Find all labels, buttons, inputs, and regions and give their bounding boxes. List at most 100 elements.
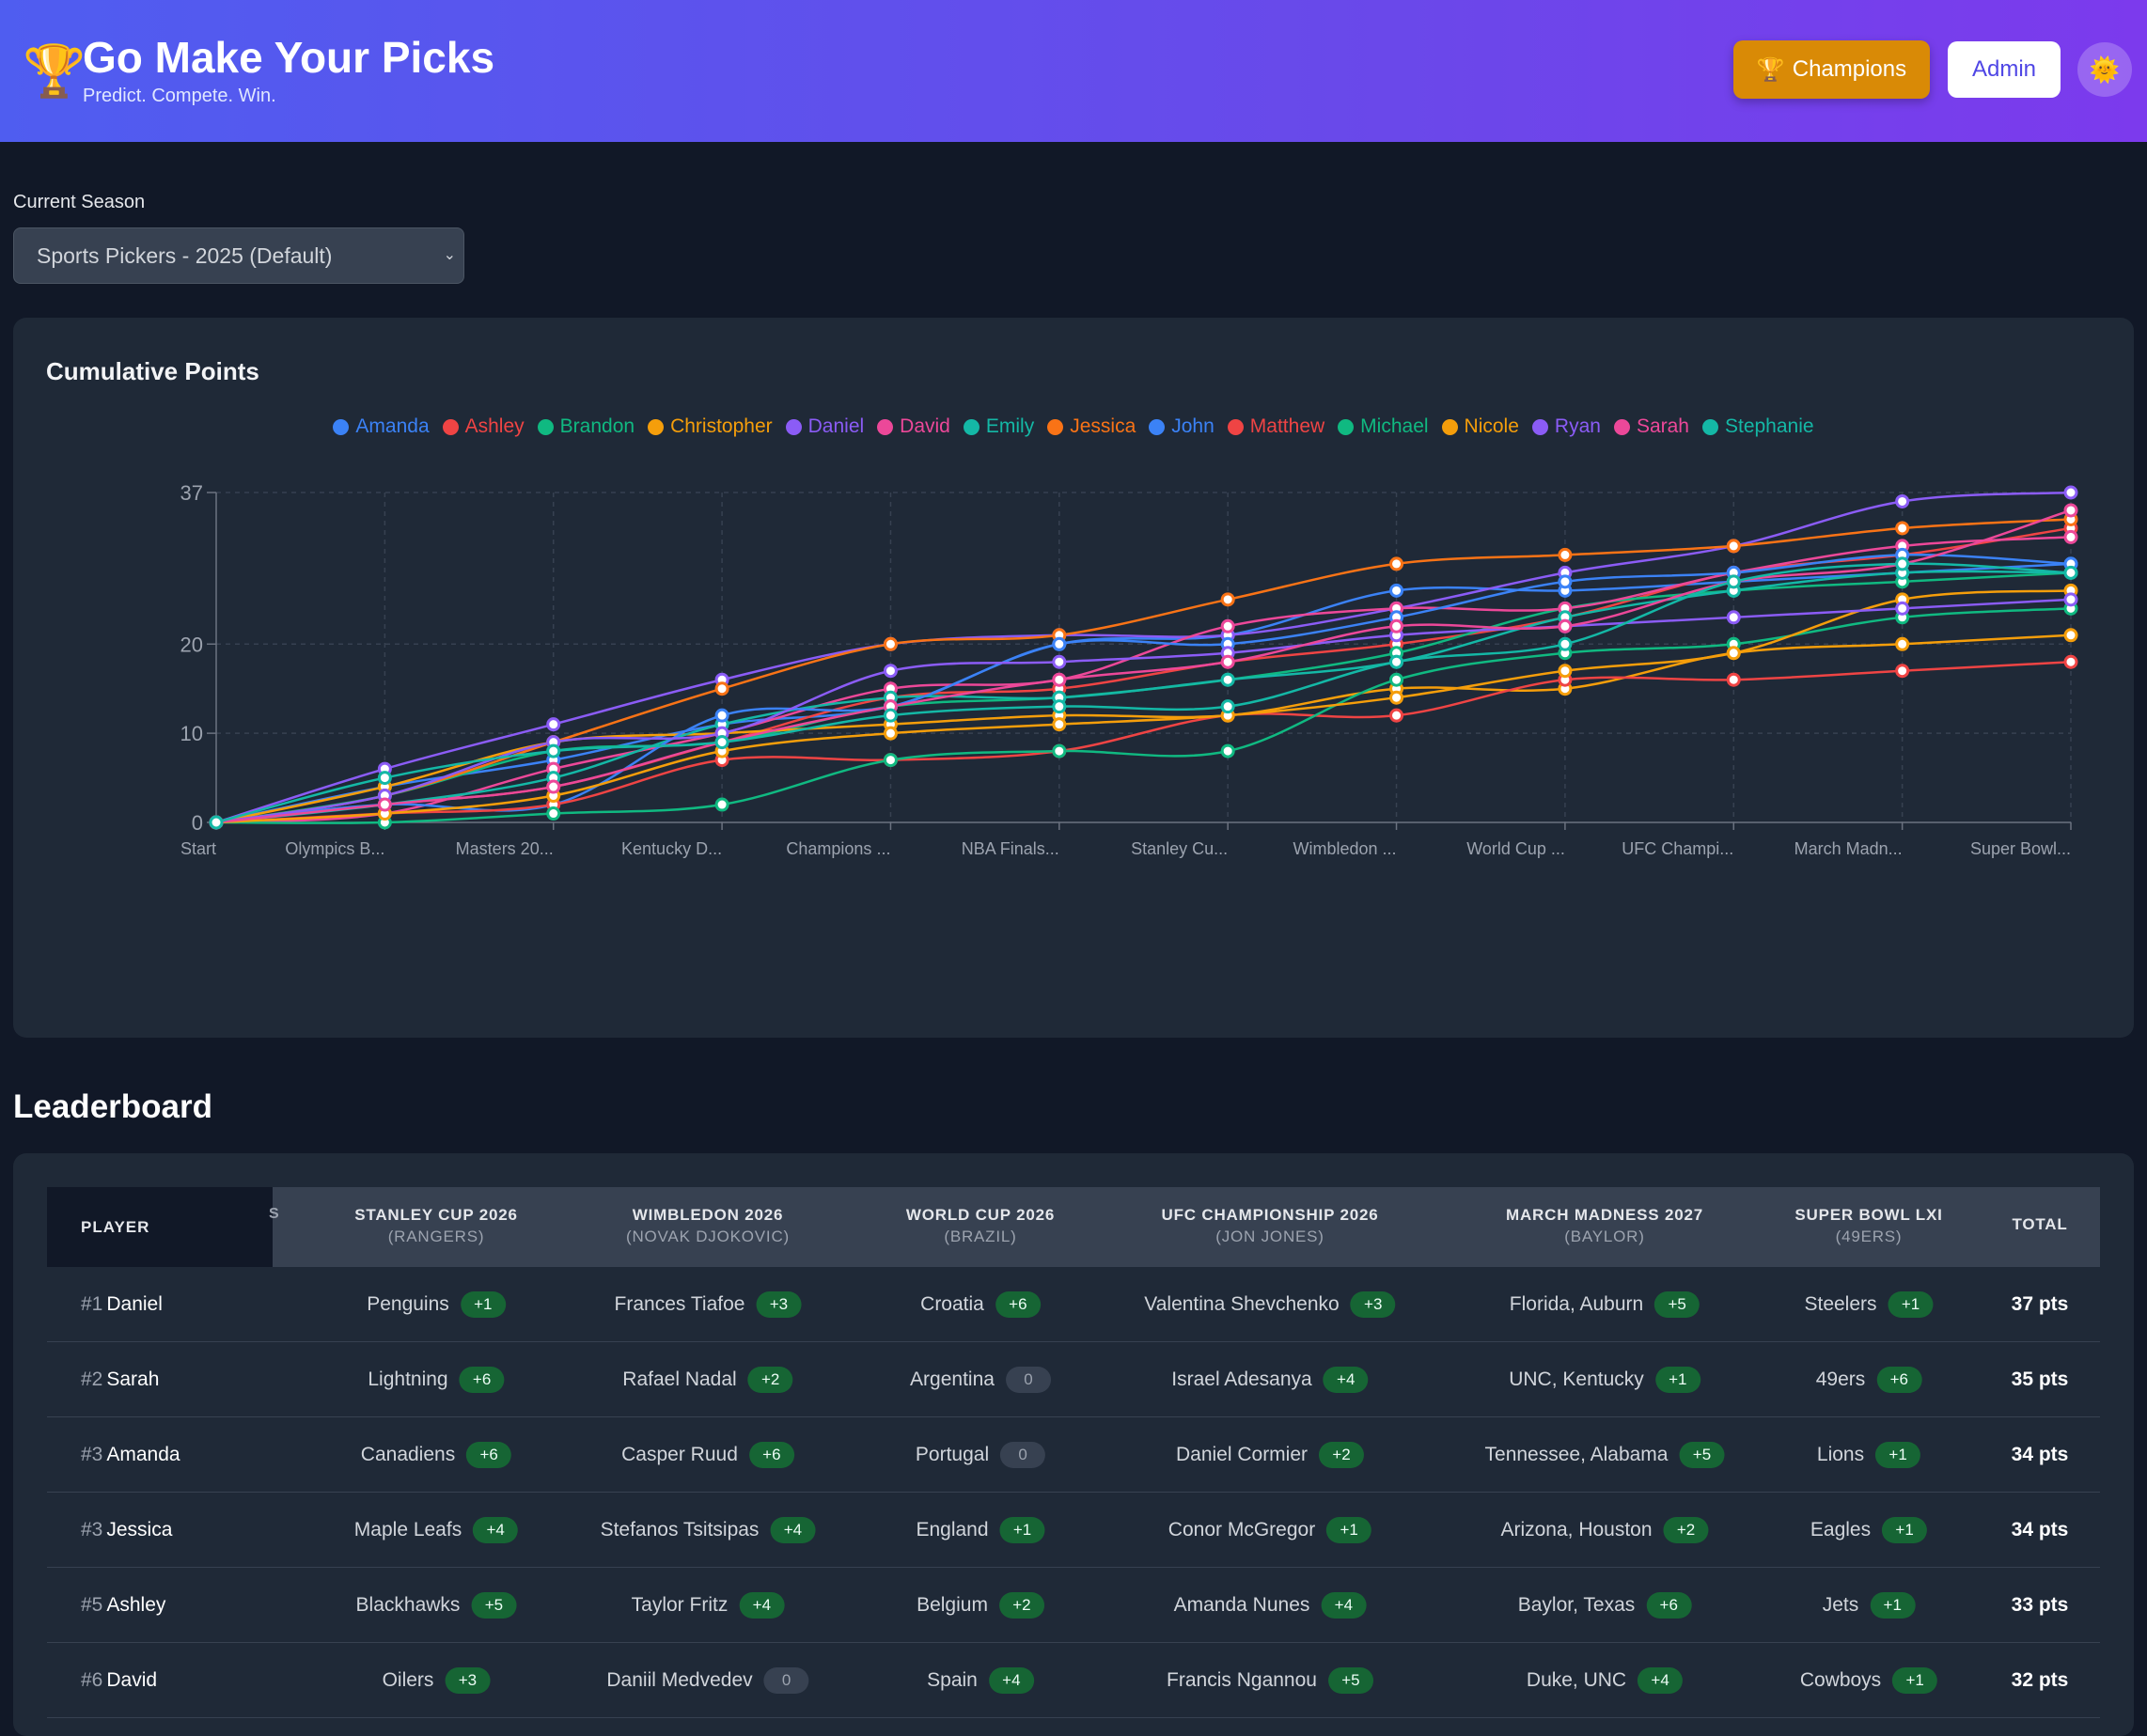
pick-cell: Daniil Medvedev 0 xyxy=(606,1643,809,1717)
player-cell: #3 Amanda xyxy=(81,1417,180,1492)
event-column-header[interactable]: MARCH MADNESS 2027 (BAYLOR) xyxy=(1506,1206,1703,1246)
data-point xyxy=(1220,743,1235,759)
data-point xyxy=(1726,672,1741,687)
data-point xyxy=(546,743,561,759)
x-tick-label: NBA Finals... xyxy=(962,839,1059,858)
pick-value: Portugal xyxy=(915,1443,990,1465)
pick-value: Casper Ruud xyxy=(621,1443,738,1465)
data-point xyxy=(714,681,729,696)
data-point xyxy=(1220,592,1235,607)
rank: #6 xyxy=(81,1668,103,1691)
cumulative-points-chart: 0 10 20 37 Start Olympics B... Masters 20... Ke… xyxy=(180,481,2078,858)
pick-cell: 49ers +6 xyxy=(1816,1342,1922,1416)
pick-cell: England +1 xyxy=(916,1493,1045,1567)
event-column-header[interactable]: SUPER BOWL LXI (49ERS) xyxy=(1794,1206,1942,1246)
series-line xyxy=(215,589,2072,824)
x-tick-label: Wimbledon ... xyxy=(1293,839,1396,858)
player-cell: #6 David xyxy=(81,1643,157,1717)
player-column-header[interactable]: PLAYER xyxy=(47,1187,273,1267)
pick-value: Francis Ngannou xyxy=(1167,1668,1317,1691)
data-point xyxy=(1389,672,1404,687)
champions-button[interactable]: 🏆 Champions xyxy=(1733,40,1930,99)
pick-value: Blackhawks xyxy=(355,1593,461,1616)
data-point xyxy=(714,797,729,812)
pick-value: Spain xyxy=(927,1668,978,1691)
data-point xyxy=(1726,610,1741,625)
data-point xyxy=(1052,743,1067,759)
pick-cell: Daniel Cormier +2 xyxy=(1176,1417,1365,1492)
pick-value: Jets xyxy=(1822,1593,1859,1616)
points-badge: +1 xyxy=(1654,1366,1700,1393)
x-tick-label: Super Bowl... xyxy=(1970,839,2071,858)
series-line xyxy=(215,508,2072,824)
data-point xyxy=(2063,628,2078,643)
points-badge: +6 xyxy=(1646,1591,1692,1619)
points-badge: +6 xyxy=(466,1441,512,1468)
data-point xyxy=(1895,493,1910,508)
pick-value: Lightning xyxy=(368,1368,448,1390)
pick-cell: Portugal 0 xyxy=(915,1417,1046,1492)
points-badge: +3 xyxy=(1350,1290,1396,1318)
event-name: SUPER BOWL LXI xyxy=(1794,1206,1943,1224)
player-cell: #2 Sarah xyxy=(81,1342,159,1416)
pick-value: UNC, Kentucky xyxy=(1509,1368,1644,1390)
data-point xyxy=(1389,556,1404,571)
season-select[interactable]: Sports Pickers - 2025 (Default) ⌄ xyxy=(13,227,464,284)
points-badge: +2 xyxy=(1319,1441,1365,1468)
x-tick-label: Masters 20... xyxy=(456,839,554,858)
data-point xyxy=(1895,664,1910,679)
event-answer: (NOVAK DJOKOVIC) xyxy=(625,1228,791,1245)
series-line xyxy=(215,526,2072,824)
rank: #3 xyxy=(81,1443,103,1465)
player-name: Amanda xyxy=(106,1443,180,1465)
pick-cell: Jets +1 xyxy=(1823,1568,1916,1642)
data-point xyxy=(1558,636,1573,651)
points-badge: +3 xyxy=(756,1290,802,1318)
leaderboard-title: Leaderboard xyxy=(13,1088,212,1125)
data-point xyxy=(1052,654,1067,669)
event-column-header[interactable]: WIMBLEDON 2026 (NOVAK DJOKOVIC) xyxy=(626,1206,790,1246)
points-badge: +5 xyxy=(1327,1666,1373,1694)
data-point xyxy=(1389,618,1404,633)
pick-value: Maple Leafs xyxy=(353,1518,462,1541)
points-badge: +4 xyxy=(473,1516,519,1543)
event-column-header[interactable]: WORLD CUP 2026 (BRAZIL) xyxy=(906,1206,1055,1246)
event-answer: (BAYLOR) xyxy=(1564,1228,1645,1245)
pick-value: Duke, UNC xyxy=(1526,1668,1627,1691)
points-badge: +1 xyxy=(1888,1290,1934,1318)
trophy-icon: 🏆 xyxy=(23,43,86,100)
admin-button[interactable]: Admin xyxy=(1948,41,2061,98)
rank: #1 xyxy=(81,1292,103,1315)
data-point xyxy=(546,806,561,821)
event-column-header[interactable]: UFC CHAMPIONSHIP 2026 (JON JONES) xyxy=(1162,1206,1379,1246)
pick-cell: Eagles +1 xyxy=(1810,1493,1928,1567)
y-tick-label: 37 xyxy=(180,481,203,505)
season-select-value: Sports Pickers - 2025 (Default) xyxy=(37,242,333,268)
data-point xyxy=(883,664,898,679)
season-label: Current Season xyxy=(13,192,146,212)
pick-cell: Casper Ruud +6 xyxy=(621,1417,794,1492)
points-badge: +4 xyxy=(988,1666,1034,1694)
event-column-header[interactable]: STANLEY CUP 2026 (RANGERS) xyxy=(354,1206,517,1246)
x-tick-label: March Madn... xyxy=(1794,839,1903,858)
pick-value: Lions xyxy=(1816,1443,1865,1465)
hidden-column-header: S xyxy=(269,1206,279,1222)
pick-value: Rafael Nadal xyxy=(622,1368,737,1390)
pick-value: Oilers xyxy=(382,1668,434,1691)
total-column-header[interactable]: TOTAL xyxy=(2012,1215,2067,1234)
rank: #5 xyxy=(81,1593,103,1616)
pick-value: Valentina Shevchenko xyxy=(1144,1292,1340,1315)
y-tick-label: 0 xyxy=(192,811,203,835)
pick-value: Amanda Nunes xyxy=(1173,1593,1310,1616)
theme-toggle-button[interactable]: 🌞 xyxy=(2077,42,2132,97)
points-badge: +6 xyxy=(1876,1366,1922,1393)
data-point xyxy=(1389,708,1404,723)
player-name: Daniel xyxy=(106,1292,163,1315)
points-badge: +4 xyxy=(1323,1366,1369,1393)
player-cell: #1 Daniel xyxy=(81,1267,163,1341)
pick-cell: Arizona, Houston +2 xyxy=(1500,1493,1709,1567)
data-point xyxy=(377,797,392,812)
points-badge: +1 xyxy=(1870,1591,1916,1619)
data-point xyxy=(1558,547,1573,562)
pick-cell: Conor McGregor +1 xyxy=(1168,1493,1372,1567)
